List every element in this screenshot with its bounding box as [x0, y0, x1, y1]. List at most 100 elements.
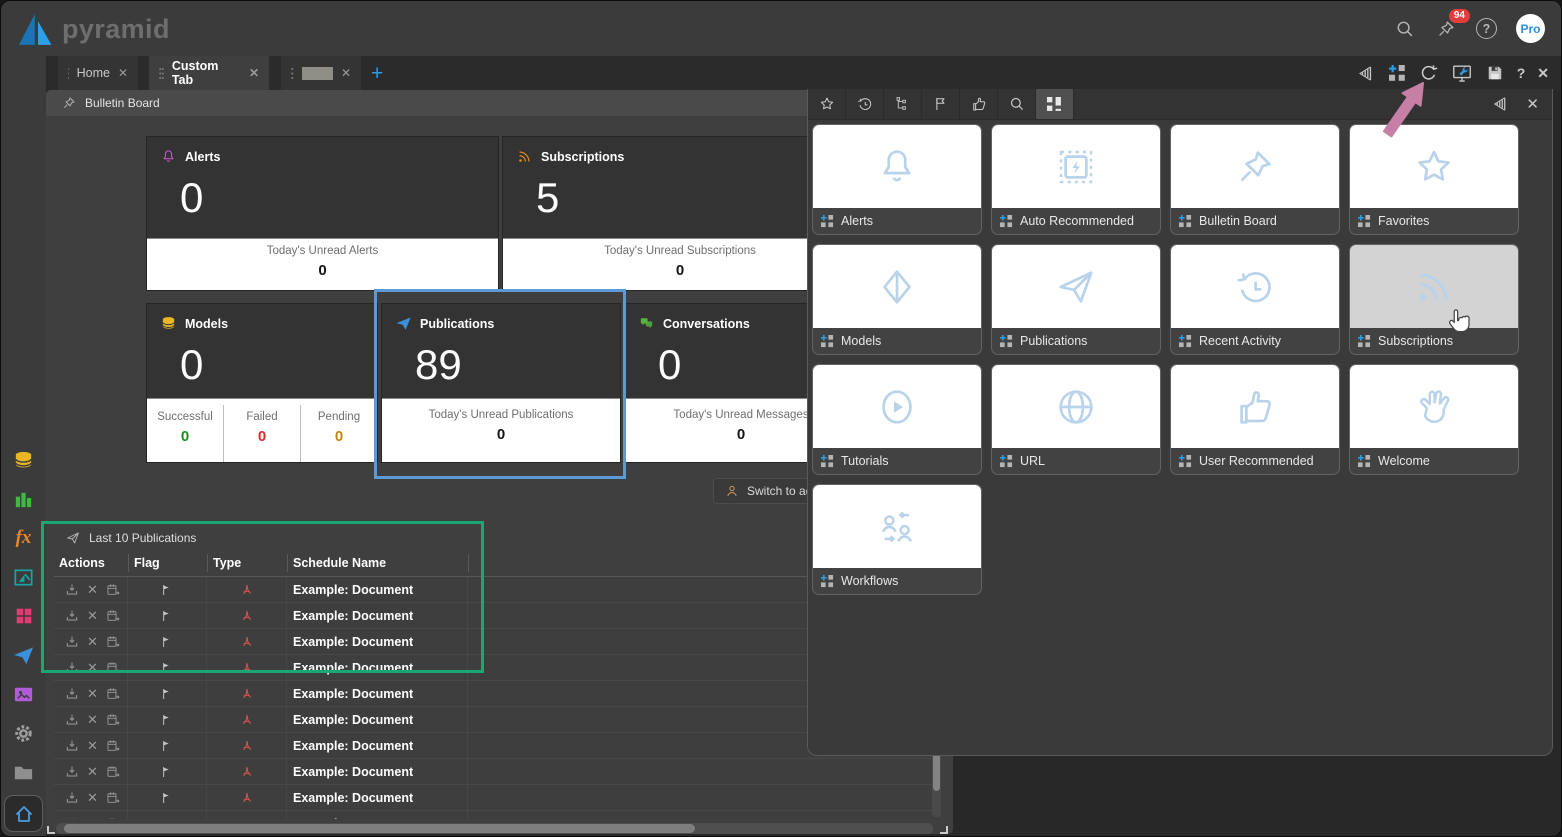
flag-icon[interactable] — [159, 816, 175, 820]
sidebar-item-content[interactable] — [12, 760, 36, 784]
gallery-tile-alerts[interactable]: Alerts — [812, 124, 982, 235]
tab-search[interactable] — [998, 89, 1036, 119]
delete-icon[interactable]: ✕ — [87, 816, 98, 820]
horizontal-scrollbar[interactable] — [56, 823, 933, 834]
sidebar-item-model[interactable] — [12, 448, 36, 472]
database-icon — [160, 315, 177, 332]
delete-icon[interactable]: ✕ — [87, 764, 98, 780]
panel-collapse-icon[interactable] — [1491, 94, 1511, 114]
gallery-grid: Alerts Auto Recommended Bulletin Board F… — [808, 120, 1552, 604]
tile-sub-value: 0 — [147, 262, 498, 279]
schedule-export-icon[interactable] — [105, 764, 121, 780]
tab-redacted[interactable]: ✕ — [281, 56, 361, 90]
schedule-export-icon[interactable] — [105, 816, 121, 820]
gallery-tile-workflows[interactable]: Workflows — [812, 484, 982, 595]
drag-handle-icon — [291, 67, 294, 80]
add-widget-icon — [1358, 335, 1371, 348]
folder-icon — [12, 761, 35, 784]
flag-icon[interactable] — [159, 686, 175, 702]
scrollbar-thumb[interactable] — [64, 824, 695, 833]
gallery-tile-bulletin-board[interactable]: Bulletin Board — [1170, 124, 1340, 235]
download-icon[interactable] — [64, 764, 80, 780]
sidebar-item-publish[interactable] — [12, 643, 36, 667]
sidebar-item-discover[interactable] — [12, 487, 36, 511]
gallery-tile-tutorials[interactable]: Tutorials — [812, 364, 982, 475]
paper-plane-icon — [12, 644, 35, 667]
delete-icon[interactable]: ✕ — [87, 712, 98, 728]
hand-cursor-icon — [1444, 306, 1474, 340]
download-icon[interactable] — [64, 686, 80, 702]
search-icon[interactable] — [1394, 18, 1416, 40]
gallery-grid-icon — [1047, 97, 1062, 112]
configure-icon[interactable] — [1451, 62, 1473, 84]
sidebar-item-formulate[interactable]: fx — [12, 526, 36, 550]
gallery-tile-recent-activity[interactable]: Recent Activity — [1170, 244, 1340, 355]
sidebar-item-admin[interactable] — [12, 721, 36, 745]
pushpin-icon — [61, 95, 77, 111]
delete-icon[interactable]: ✕ — [87, 790, 98, 806]
delete-icon[interactable]: ✕ — [87, 686, 98, 702]
resize-corner-icon — [940, 826, 948, 834]
table-row[interactable]: ✕Example: Document — [54, 811, 941, 819]
chip-icon — [1053, 144, 1099, 190]
gallery-tile-subscriptions[interactable]: Subscriptions — [1349, 244, 1519, 355]
table-row[interactable]: ✕Example: Document — [54, 759, 941, 785]
schedule-export-icon[interactable] — [105, 712, 121, 728]
gallery-tile-label: Alerts — [841, 214, 873, 228]
flag-icon[interactable] — [159, 712, 175, 728]
gallery-tile-label: Workflows — [841, 574, 898, 588]
tab-bar: Home ✕ Custom Tab ✕ ✕ + ? ✕ — [46, 56, 1561, 90]
gallery-tile-url[interactable]: URL — [991, 364, 1161, 475]
gallery-tile-label: Tutorials — [841, 454, 888, 468]
schedule-export-icon[interactable] — [105, 790, 121, 806]
help-icon[interactable]: ? — [1476, 18, 1497, 39]
search-icon — [1008, 95, 1026, 113]
sidebar-item-illustrate[interactable] — [12, 682, 36, 706]
download-icon[interactable] — [64, 816, 80, 820]
download-icon[interactable] — [64, 790, 80, 806]
schedule-export-icon[interactable] — [105, 686, 121, 702]
tab-gallery[interactable] — [1036, 89, 1074, 119]
download-icon[interactable] — [64, 712, 80, 728]
chat-icon — [638, 315, 655, 332]
flag-icon[interactable] — [159, 764, 175, 780]
flag-icon[interactable] — [159, 738, 175, 754]
history-icon — [1232, 264, 1278, 310]
close-tab-icon[interactable]: ✕ — [249, 66, 259, 80]
sidebar-item-present[interactable] — [12, 565, 36, 589]
globe-icon — [1053, 384, 1099, 430]
help-icon[interactable]: ? — [1517, 65, 1526, 81]
close-panel-icon[interactable]: ✕ — [1526, 95, 1539, 113]
save-icon[interactable] — [1485, 63, 1505, 83]
close-icon[interactable]: ✕ — [1537, 65, 1549, 82]
sidebar-item-home[interactable] — [4, 795, 43, 832]
close-tab-icon[interactable]: ✕ — [341, 66, 351, 80]
add-widget-icon — [1000, 215, 1013, 228]
schedule-export-icon[interactable] — [105, 738, 121, 754]
gallery-tile-publications[interactable]: Publications — [991, 244, 1161, 355]
new-tab-button[interactable]: + — [371, 62, 383, 86]
bell-icon — [160, 148, 177, 165]
pdf-icon — [239, 686, 255, 702]
gallery-tile-auto-recommended[interactable]: Auto Recommended — [991, 124, 1161, 235]
download-icon[interactable] — [64, 738, 80, 754]
tab-custom[interactable]: Custom Tab ✕ — [149, 56, 269, 90]
tab-recent[interactable] — [846, 89, 884, 119]
flag-icon[interactable] — [159, 790, 175, 806]
gallery-tile-models[interactable]: Models — [812, 244, 982, 355]
sidebar-item-tabulate[interactable] — [12, 604, 36, 628]
tab-flagged[interactable] — [922, 89, 960, 119]
tab-content-tree[interactable] — [884, 89, 922, 119]
highlight-box-publications-table — [41, 521, 484, 673]
waving-hand-icon — [1411, 384, 1457, 430]
tab-favorites[interactable] — [808, 89, 846, 119]
tab-recommended[interactable] — [960, 89, 998, 119]
tab-home[interactable]: Home ✕ — [58, 56, 138, 90]
delete-icon[interactable]: ✕ — [87, 738, 98, 754]
gallery-tile-welcome[interactable]: Welcome — [1349, 364, 1519, 475]
table-row[interactable]: ✕Example: Document — [54, 785, 941, 811]
avatar[interactable]: Pro — [1516, 14, 1545, 43]
close-tab-icon[interactable]: ✕ — [118, 66, 128, 80]
gallery-tile-user-recommended[interactable]: User Recommended — [1170, 364, 1340, 475]
notifications-button[interactable]: 94 — [1435, 18, 1457, 40]
